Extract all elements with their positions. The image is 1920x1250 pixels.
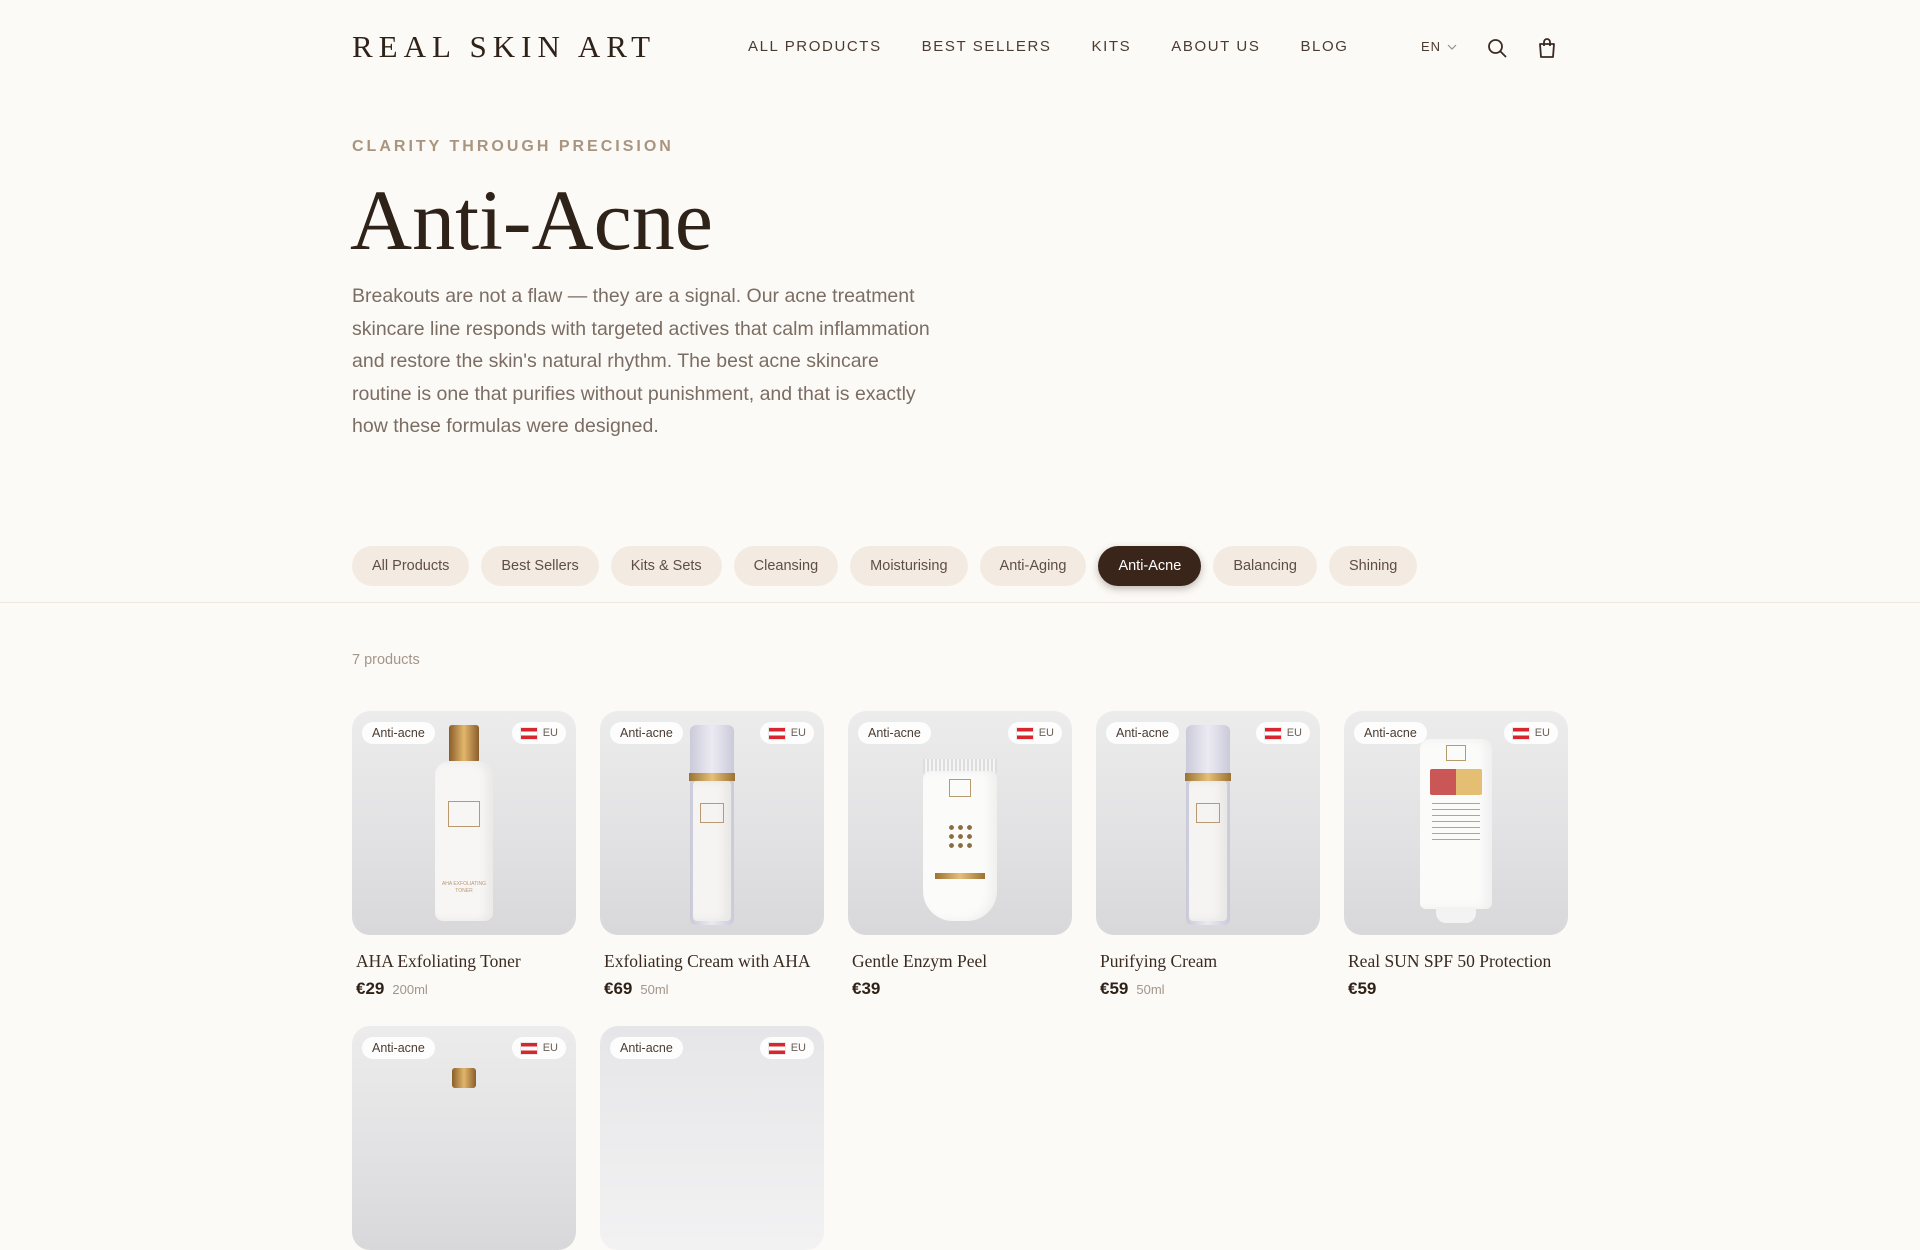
section-divider: [0, 602, 1920, 603]
product-card[interactable]: Anti-acne EU Real SUN SPF 50 Protection …: [1344, 711, 1568, 999]
category-badge: Anti-acne: [610, 1037, 683, 1059]
region-badge: EU: [1503, 722, 1558, 744]
category-filters: All Products Best Sellers Kits & Sets Cl…: [352, 546, 1418, 586]
flag-icon: [519, 1041, 538, 1055]
product-image[interactable]: Anti-acne EU: [600, 711, 824, 935]
brand-logo[interactable]: REAL SKIN ART: [352, 29, 656, 65]
product-image[interactable]: AHA EXFOLIATING TONER Anti-acne EU: [352, 711, 576, 935]
sunscreen-tube-icon: [1420, 739, 1492, 909]
shopping-bag-icon[interactable]: [1535, 36, 1559, 60]
category-badge: Anti-acne: [1354, 722, 1427, 744]
product-volume: 200ml: [392, 982, 428, 997]
category-badge: Anti-acne: [1106, 722, 1179, 744]
product-image[interactable]: Anti-acne EU: [1344, 711, 1568, 935]
product-card[interactable]: AHA EXFOLIATING TONER Anti-acne EU AHA E…: [352, 711, 576, 999]
region-badge: EU: [1255, 722, 1310, 744]
price-amount: €59: [1348, 979, 1377, 998]
price-amount: €39: [852, 979, 881, 998]
toner-bottle-icon: [449, 725, 479, 763]
filter-all-products[interactable]: All Products: [352, 546, 470, 586]
flag-icon: [1015, 726, 1034, 740]
nav-about-us[interactable]: ABOUT US: [1171, 38, 1260, 55]
product-image[interactable]: Anti-acne EU: [1096, 711, 1320, 935]
filter-shining[interactable]: Shining: [1329, 546, 1418, 586]
category-badge: Anti-acne: [362, 1037, 435, 1059]
site-header: REAL SKIN ART ALL PRODUCTS BEST SELLERS …: [0, 0, 1920, 95]
search-icon[interactable]: [1485, 36, 1509, 60]
region-badge: EU: [1007, 722, 1062, 744]
product-price: €39: [852, 979, 1072, 999]
hero-eyebrow: CLARITY THROUGH PRECISION: [352, 138, 674, 155]
product-image[interactable]: Anti-acne EU: [600, 1026, 824, 1250]
flag-icon: [1263, 726, 1282, 740]
filter-anti-acne[interactable]: Anti-Acne: [1098, 546, 1202, 586]
region-badge: EU: [511, 722, 566, 744]
tube-icon: [923, 771, 997, 921]
product-image[interactable]: Anti-acne EU: [848, 711, 1072, 935]
product-card[interactable]: Anti-acne EU: [600, 1026, 824, 1250]
product-card[interactable]: Anti-acne EU: [352, 1026, 576, 1250]
product-card[interactable]: Anti-acne EU Purifying Cream €59 50ml: [1096, 711, 1320, 999]
page-title: Anti-Acne: [350, 172, 713, 268]
main-nav: ALL PRODUCTS BEST SELLERS KITS ABOUT US …: [748, 38, 1349, 55]
product-name[interactable]: Real SUN SPF 50 Protection: [1348, 951, 1568, 972]
product-price: €59 50ml: [1100, 979, 1320, 999]
filter-anti-aging[interactable]: Anti-Aging: [979, 546, 1087, 586]
language-selector[interactable]: EN: [1421, 39, 1457, 54]
filter-balancing[interactable]: Balancing: [1213, 546, 1317, 586]
product-volume: 50ml: [1136, 982, 1165, 997]
hero-description: Breakouts are not a flaw — they are a si…: [352, 285, 930, 438]
product-price: €59: [1348, 979, 1568, 999]
flag-icon: [519, 726, 538, 740]
price-amount: €29: [356, 979, 385, 998]
product-price: €69 50ml: [604, 979, 824, 999]
flag-icon: [767, 726, 786, 740]
nav-all-products[interactable]: ALL PRODUCTS: [748, 38, 882, 55]
product-card[interactable]: Anti-acne EU Exfoliating Cream with AHA …: [600, 711, 824, 999]
product-name[interactable]: Gentle Enzym Peel: [852, 951, 1072, 972]
filter-kits-sets[interactable]: Kits & Sets: [610, 546, 722, 586]
price-amount: €69: [604, 979, 633, 998]
nav-best-sellers[interactable]: BEST SELLERS: [922, 38, 1052, 55]
nav-blog[interactable]: BLOG: [1300, 38, 1348, 55]
region-badge: EU: [511, 1037, 566, 1059]
price-amount: €59: [1100, 979, 1129, 998]
product-image[interactable]: Anti-acne EU: [352, 1026, 576, 1250]
category-badge: Anti-acne: [858, 722, 931, 744]
language-label: EN: [1421, 39, 1442, 54]
flag-icon: [767, 1041, 786, 1055]
product-name[interactable]: Purifying Cream: [1100, 951, 1320, 972]
region-badge: EU: [759, 1037, 814, 1059]
product-volume: 50ml: [640, 982, 669, 997]
product-name[interactable]: Exfoliating Cream with AHA: [604, 951, 824, 972]
category-badge: Anti-acne: [362, 722, 435, 744]
chevron-down-icon: [1447, 44, 1457, 50]
region-badge: EU: [759, 722, 814, 744]
product-price: €29 200ml: [356, 979, 576, 999]
product-card[interactable]: Anti-acne EU Gentle Enzym Peel €39: [848, 711, 1072, 999]
flag-icon: [1511, 726, 1530, 740]
filter-cleansing[interactable]: Cleansing: [733, 546, 839, 586]
filter-best-sellers[interactable]: Best Sellers: [481, 546, 599, 586]
product-name[interactable]: AHA Exfoliating Toner: [356, 951, 576, 972]
product-count: 7 products: [352, 652, 420, 668]
filter-moisturising[interactable]: Moisturising: [850, 546, 968, 586]
nav-kits[interactable]: KITS: [1091, 38, 1131, 55]
category-badge: Anti-acne: [610, 722, 683, 744]
